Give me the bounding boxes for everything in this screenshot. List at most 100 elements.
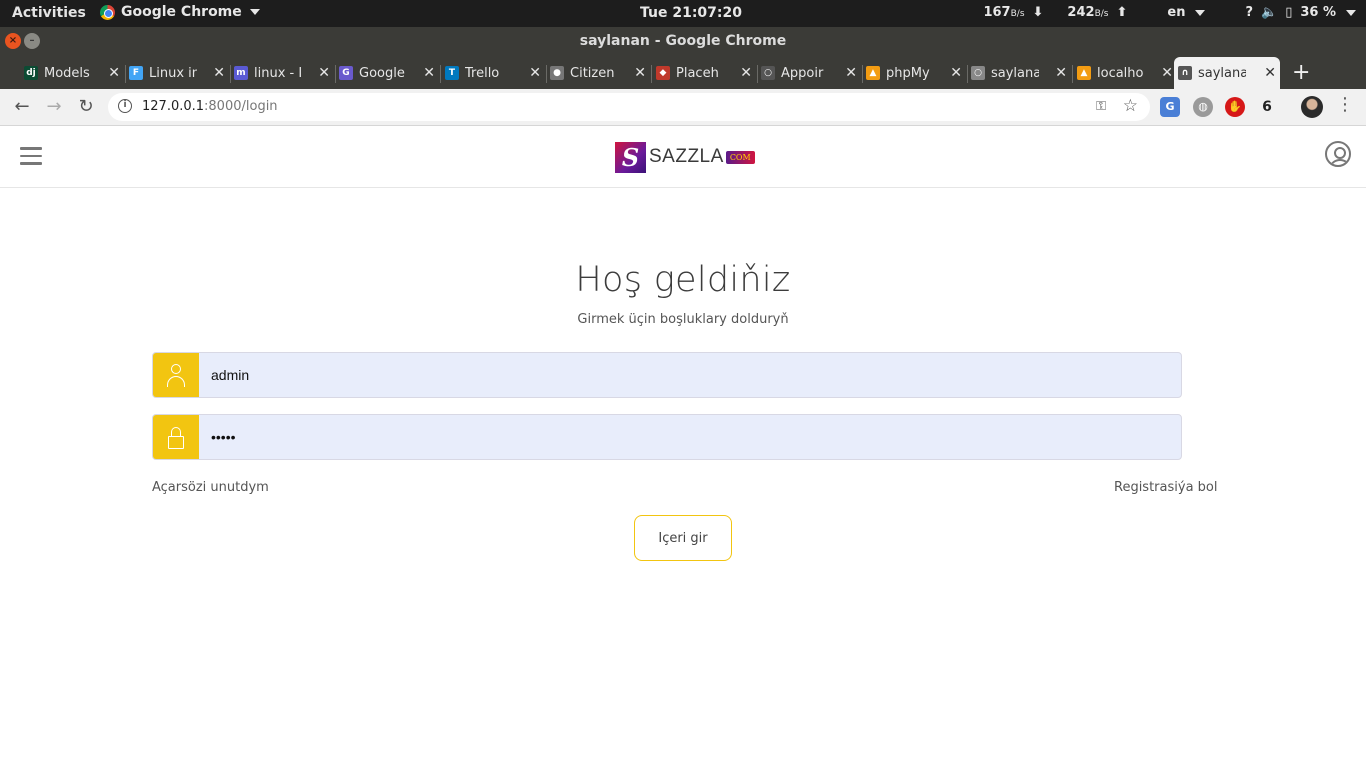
- new-tab-button[interactable]: +: [1292, 60, 1310, 85]
- tab-label: phpMy: [886, 65, 930, 81]
- tab-label: localho: [1097, 65, 1144, 81]
- help-icon[interactable]: ?: [1245, 5, 1253, 20]
- browser-tab[interactable]: ○ Appoir ✕: [757, 57, 863, 89]
- tab-close-icon[interactable]: ✕: [423, 65, 435, 81]
- username-addon: [153, 353, 199, 397]
- tab-close-icon[interactable]: ✕: [740, 65, 752, 81]
- globe-icon: ○: [971, 66, 985, 80]
- tab-close-icon[interactable]: ✕: [634, 65, 646, 81]
- translate-extension-icon[interactable]: G: [1160, 97, 1180, 117]
- window-title-bar: × – saylanan - Google Chrome: [0, 27, 1366, 55]
- site-logo[interactable]: S SAZZLA COM: [615, 141, 755, 173]
- hamburger-menu-icon[interactable]: [20, 147, 42, 170]
- globe-extension-icon[interactable]: ◍: [1193, 97, 1213, 117]
- forgot-password-link[interactable]: Açarsözi unutdym: [152, 480, 269, 495]
- more-vert-icon[interactable]: ⋮: [1336, 94, 1354, 115]
- flutter-icon: F: [129, 66, 143, 80]
- tab-close-icon[interactable]: ✕: [1055, 65, 1067, 81]
- battery-level: 36 %: [1300, 5, 1336, 20]
- logo-mark: S: [615, 141, 646, 173]
- page-title: Hoş geldiňiz: [575, 260, 791, 300]
- username-input[interactable]: [199, 353, 1181, 397]
- password-field: [152, 414, 1182, 460]
- tab-label: Placeh: [676, 65, 719, 81]
- arrow-up-icon: ⬆: [1116, 5, 1128, 20]
- volume-icon[interactable]: 🔈: [1261, 5, 1277, 20]
- django-icon: dj: [24, 66, 38, 80]
- key-icon[interactable]: ⚿: [1096, 99, 1106, 114]
- login-submit-button[interactable]: Içeri gir: [634, 515, 732, 561]
- site-header: S SAZZLA COM: [0, 127, 1366, 188]
- tab-label: saylana: [991, 65, 1039, 81]
- mastodon-icon: m: [234, 66, 248, 80]
- tab-close-icon[interactable]: ✕: [213, 65, 225, 81]
- browser-tab[interactable]: T Trello ✕: [441, 57, 547, 89]
- register-link[interactable]: Registrasiýa bol: [1114, 480, 1218, 495]
- browser-tab[interactable]: ∩ saylana ✕: [1174, 57, 1280, 89]
- browser-tab[interactable]: ● Citizen ✕: [546, 57, 652, 89]
- back-arrow-icon[interactable]: ←: [10, 95, 34, 119]
- password-input[interactable]: [199, 415, 1181, 459]
- browser-tab[interactable]: ◆ Placeh ✕: [652, 57, 758, 89]
- info-icon[interactable]: i: [118, 99, 132, 113]
- bookmark-star-icon[interactable]: ☆: [1123, 96, 1138, 116]
- tab-close-icon[interactable]: ✕: [318, 65, 330, 81]
- google-icon: G: [339, 66, 353, 80]
- battery-icon[interactable]: ▯: [1285, 5, 1292, 20]
- url-text[interactable]: 127.0.0.1:8000/login: [142, 99, 278, 114]
- browser-tab[interactable]: ▲ phpMy ✕: [862, 57, 968, 89]
- clock[interactable]: Tue 21:07:20: [640, 5, 742, 21]
- tab-label: Google: [359, 65, 405, 81]
- phpmyadmin-icon: ▲: [866, 66, 880, 80]
- page-subtitle: Girmek üçin boşluklary dolduryň: [577, 312, 789, 327]
- browser-tab[interactable]: ▲ localho ✕: [1073, 57, 1179, 89]
- tab-close-icon[interactable]: ✕: [108, 65, 120, 81]
- tab-label: linux - I: [254, 65, 302, 81]
- logo-suffix: COM: [725, 150, 755, 164]
- tab-label: Linux in: [149, 65, 197, 81]
- tab-close-icon[interactable]: ✕: [950, 65, 962, 81]
- tab-close-icon[interactable]: ✕: [1161, 65, 1173, 81]
- browser-toolbar: ← → ↻ i 127.0.0.1:8000/login ⚿ ☆ G ◍ ✋ 6…: [0, 89, 1366, 126]
- tab-close-icon[interactable]: ✕: [529, 65, 541, 81]
- browser-tab[interactable]: dj Models ✕: [20, 57, 126, 89]
- password-addon: [153, 415, 199, 459]
- tab-label: Appoir: [781, 65, 824, 81]
- trello-icon: T: [445, 66, 459, 80]
- browser-tab[interactable]: F Linux in ✕: [125, 57, 231, 89]
- reload-icon[interactable]: ↻: [74, 95, 98, 119]
- tab-close-icon[interactable]: ✕: [845, 65, 857, 81]
- extension-badge[interactable]: 6: [1257, 97, 1277, 117]
- username-field: [152, 352, 1182, 398]
- drop-icon: ●: [550, 66, 564, 80]
- browser-tab[interactable]: ○ saylana ✕: [967, 57, 1073, 89]
- browser-tab[interactable]: G Google ✕: [335, 57, 441, 89]
- user-account-icon[interactable]: [1325, 141, 1351, 167]
- adblock-extension-icon[interactable]: ✋: [1225, 97, 1245, 117]
- tab-label: Citizen: [570, 65, 615, 81]
- chrome-icon: [100, 4, 115, 20]
- chevron-down-icon: [249, 9, 260, 15]
- lock-open-icon: [168, 427, 184, 449]
- system-top-bar: Activities Google Chrome Tue 21:07:20 16…: [0, 0, 1366, 27]
- tab-label: Models: [44, 65, 90, 81]
- app-menu[interactable]: Google Chrome: [100, 4, 260, 20]
- chevron-down-icon: [1346, 9, 1356, 16]
- tab-label: Trello: [465, 65, 500, 81]
- window-title: saylanan - Google Chrome: [579, 33, 787, 49]
- browser-tab[interactable]: m linux - I ✕: [230, 57, 336, 89]
- tab-close-icon[interactable]: ✕: [1264, 65, 1276, 81]
- phpmyadmin-icon: ▲: [1077, 66, 1091, 80]
- net-up-value: 242B/s: [1067, 5, 1109, 20]
- user-icon: [167, 364, 185, 387]
- system-tray[interactable]: 167B/s ⬇ 242B/s ⬆ en ? 🔈 ▯ 36 %: [983, 5, 1356, 20]
- address-bar[interactable]: i 127.0.0.1:8000/login ⚿ ☆: [108, 93, 1150, 121]
- activities-button[interactable]: Activities: [12, 5, 86, 21]
- app-menu-label: Google Chrome: [121, 4, 242, 20]
- profile-avatar[interactable]: [1301, 96, 1323, 118]
- logo-wordmark: SAZZLA: [649, 146, 724, 167]
- headphones-icon: ∩: [1178, 66, 1192, 80]
- arrow-down-icon: ⬇: [1032, 5, 1044, 20]
- language-indicator[interactable]: en: [1167, 5, 1185, 20]
- forward-arrow-icon[interactable]: →: [42, 95, 66, 119]
